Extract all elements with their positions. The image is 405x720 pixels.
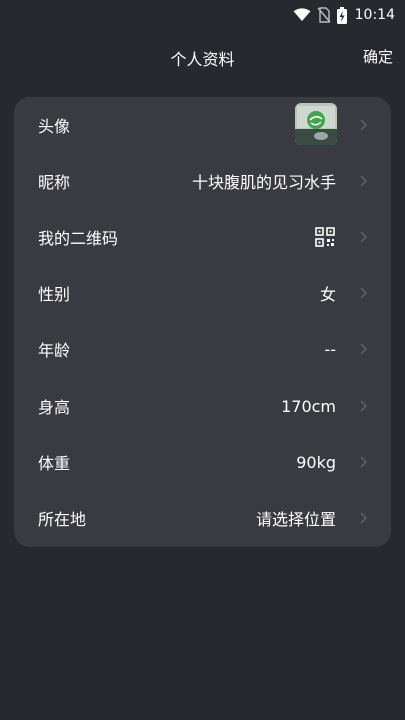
avatar-row[interactable]: 头像 bbox=[14, 97, 391, 153]
chevron-right-icon bbox=[360, 400, 368, 412]
header: 个人资料 确定 bbox=[0, 38, 405, 74]
nickname-value: 十块腹肌的见习水手 bbox=[191, 173, 336, 192]
qrcode-row[interactable]: 我的二维码 bbox=[14, 209, 391, 265]
status-time: 10:14 bbox=[354, 7, 395, 23]
chevron-right-icon bbox=[360, 287, 368, 299]
page-title: 个人资料 bbox=[170, 50, 235, 69]
gender-value: 女 bbox=[319, 285, 336, 304]
chevron-right-icon bbox=[360, 175, 368, 187]
gender-label: 性别 bbox=[38, 285, 71, 304]
nickname-label: 昵称 bbox=[38, 173, 71, 192]
avatar-label: 头像 bbox=[38, 117, 71, 136]
age-label: 年龄 bbox=[38, 341, 71, 360]
wifi-icon bbox=[293, 8, 311, 21]
qrcode-label: 我的二维码 bbox=[38, 229, 119, 248]
weight-label: 体重 bbox=[38, 454, 71, 473]
height-row[interactable]: 身高 170cm bbox=[14, 378, 391, 434]
no-sim-icon bbox=[317, 7, 331, 23]
chevron-right-icon bbox=[360, 231, 368, 243]
chevron-right-icon bbox=[360, 456, 368, 468]
location-row[interactable]: 所在地 请选择位置 bbox=[14, 490, 391, 546]
nickname-row[interactable]: 昵称 十块腹肌的见习水手 bbox=[14, 153, 391, 209]
location-label: 所在地 bbox=[38, 510, 87, 529]
status-icons: 10:14 bbox=[293, 5, 395, 25]
chevron-right-icon bbox=[360, 512, 368, 524]
confirm-button[interactable]: 确定 bbox=[363, 46, 393, 67]
status-bar: 10:14 bbox=[0, 0, 405, 30]
qr-code-icon bbox=[315, 227, 335, 247]
height-label: 身高 bbox=[38, 398, 71, 417]
weight-value: 90kg bbox=[296, 452, 336, 472]
gender-row[interactable]: 性别 女 bbox=[14, 265, 391, 321]
chevron-right-icon bbox=[360, 343, 368, 355]
age-value: -- bbox=[324, 339, 336, 359]
profile-card: 头像 昵称 十块腹肌的见习水手 我的二维码 性别 女 年龄 -- 身高 170c… bbox=[14, 97, 391, 547]
weight-row[interactable]: 体重 90kg bbox=[14, 434, 391, 490]
location-value: 请选择位置 bbox=[255, 510, 336, 529]
height-value: 170cm bbox=[281, 396, 336, 416]
battery-charging-icon bbox=[336, 6, 347, 24]
chevron-right-icon bbox=[360, 119, 368, 131]
age-row[interactable]: 年龄 -- bbox=[14, 321, 391, 377]
avatar[interactable] bbox=[295, 103, 337, 145]
